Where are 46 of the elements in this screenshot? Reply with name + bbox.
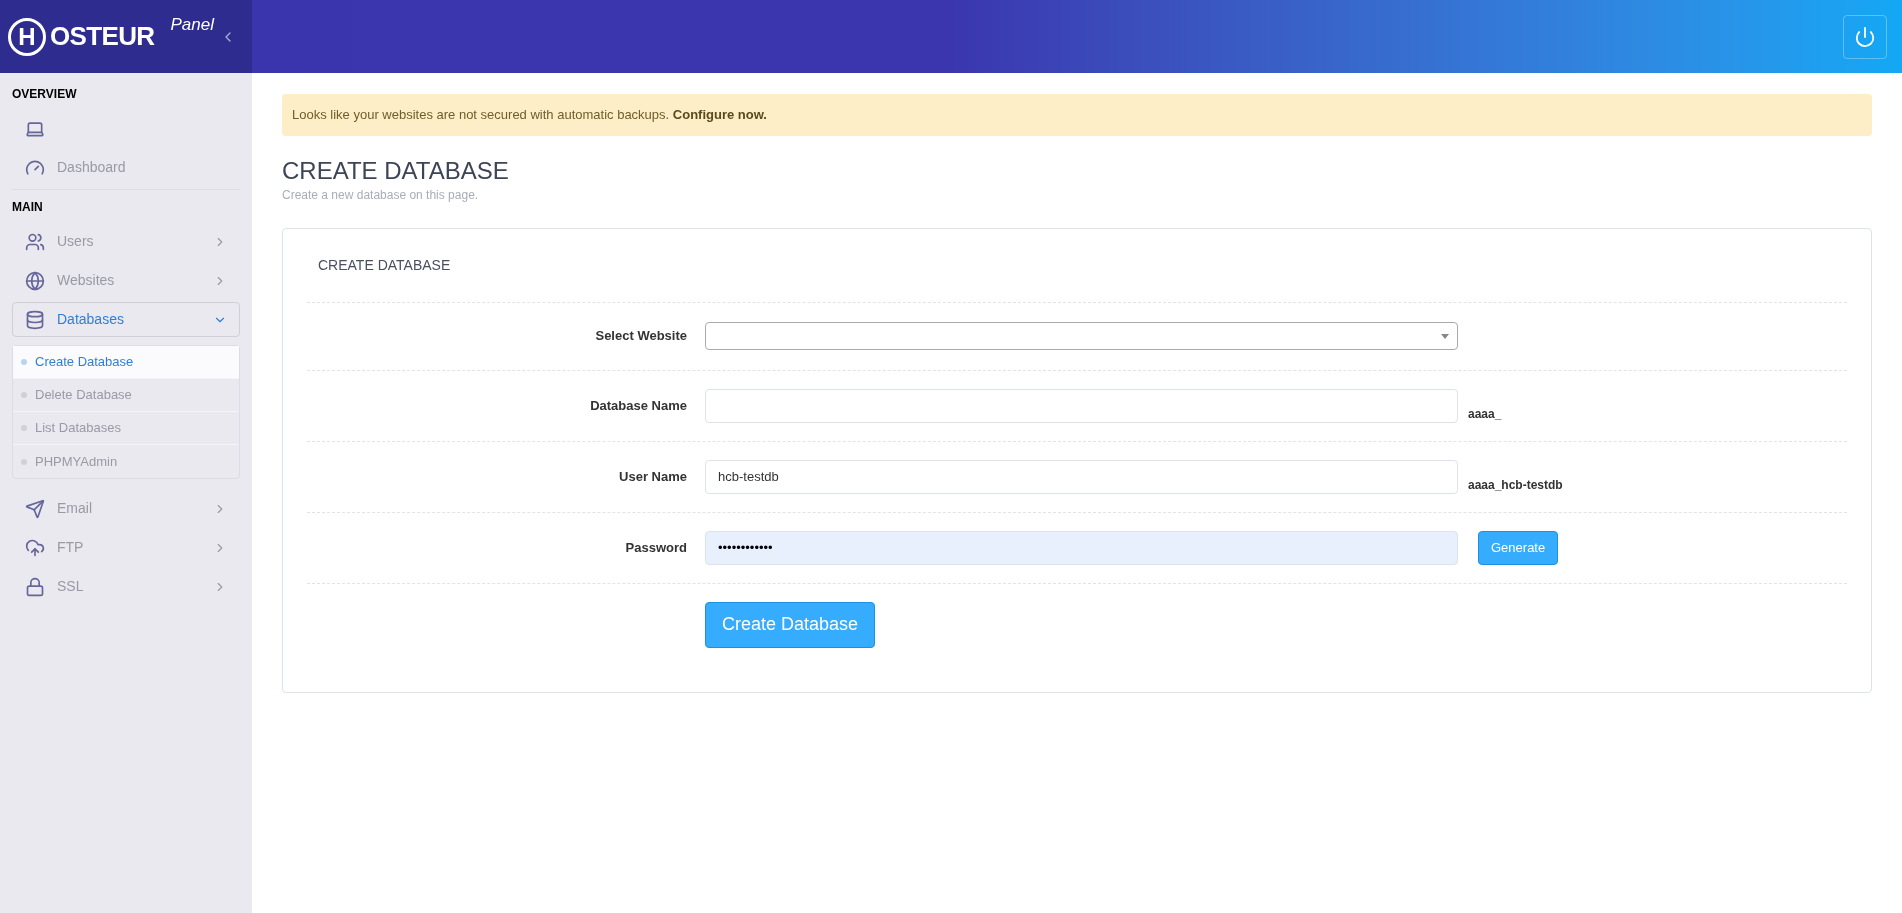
bullet-icon [21, 359, 27, 365]
sidebar-item[interactable]: Databases [12, 302, 240, 337]
sidebar-item[interactable]: Email [12, 491, 240, 526]
sidebar-item[interactable]: Websites [12, 263, 240, 298]
page-title: CREATE DATABASE [282, 155, 510, 186]
sidebar-item[interactable]: SSL [12, 569, 240, 604]
submenu-item[interactable]: List Databases [13, 412, 239, 445]
website-select[interactable] [705, 322, 1458, 350]
cloud-upload-icon [25, 537, 45, 558]
sidebar-section-title: OVERVIEW [12, 86, 78, 103]
power-button[interactable] [1843, 14, 1887, 59]
generate-button[interactable]: Generate [1478, 530, 1559, 565]
logo-text: OSTEUR [50, 20, 155, 53]
prefix-preview: aaaa_hcb-testdb [1468, 476, 1563, 494]
sidebar-section-title: MAIN [12, 199, 44, 216]
globe-icon [25, 270, 45, 291]
bullet-icon [21, 392, 27, 398]
sidebar-item[interactable]: FTP [12, 530, 240, 565]
submenu-item[interactable]: Delete Database [13, 379, 239, 412]
field-label: Password [624, 538, 688, 557]
logo-subtitle: Panel [170, 14, 214, 36]
field-label: Select Website [594, 327, 688, 346]
bullet-icon [21, 458, 27, 465]
sidebar-item[interactable]: Dashboard [12, 150, 240, 185]
text-field[interactable] [705, 388, 1458, 423]
prefix-preview: aaaa_ [1468, 405, 1502, 423]
text-field[interactable]: hcb-testdb [705, 459, 1458, 494]
dropdown-arrow-icon [1441, 333, 1449, 339]
field-label: Database Name [589, 396, 688, 415]
page-subtitle: Create a new database on this page. [282, 186, 480, 204]
submenu-item[interactable]: PHPMYAdmin [13, 445, 239, 478]
power-icon [1854, 25, 1876, 48]
sidebar-item[interactable]: Users [12, 224, 240, 259]
create-database-button[interactable]: Create Database [705, 601, 876, 648]
alert-text: Looks like your websites are not secured with automatic backups. [292, 107, 671, 122]
paper-plane-icon [25, 498, 45, 519]
database-icon [25, 309, 45, 330]
configure-link[interactable]: Configure now. [672, 107, 767, 122]
submenu-item[interactable]: Create Database [13, 346, 239, 379]
lock-icon [25, 576, 45, 597]
bullet-icon [21, 425, 27, 431]
password-field[interactable]: •••••••••••• [705, 530, 1458, 565]
users-icon [25, 231, 45, 252]
logo-mark: H [8, 17, 46, 56]
card-title: CREATE DATABASE [317, 255, 452, 275]
field-label: User Name [618, 467, 688, 486]
